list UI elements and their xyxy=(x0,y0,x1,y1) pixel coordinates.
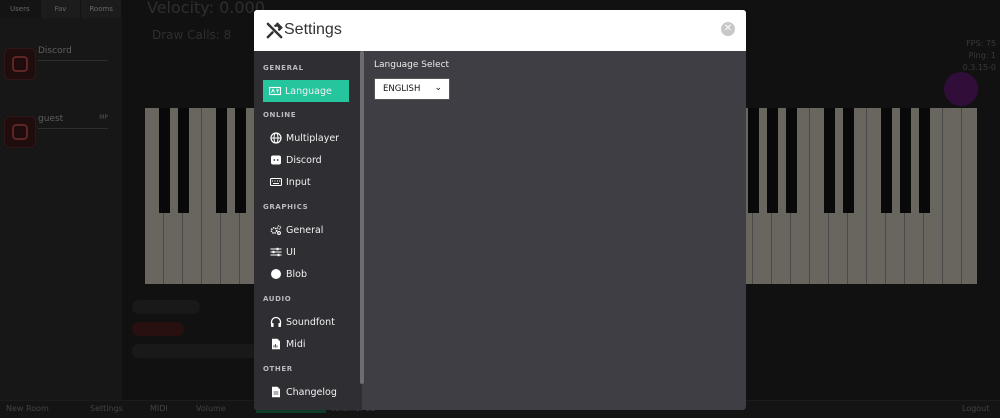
sidebar-item-label: Input xyxy=(286,176,311,188)
language-icon xyxy=(269,86,281,96)
sidebar-item-language[interactable]: Language xyxy=(263,80,349,102)
section-label-graphics: GRAPHICS xyxy=(263,203,309,211)
sidebar-item-multiplayer[interactable]: Multiplayer xyxy=(263,127,349,149)
settings-sidebar: GENERAL Language ONLINE Multiplayer Disc… xyxy=(254,51,362,410)
chevron-down-icon: ⌄ xyxy=(434,83,442,93)
globe-icon xyxy=(270,132,282,144)
sidebar-item-blob[interactable]: Blob xyxy=(263,263,349,285)
sliders-icon xyxy=(270,247,282,257)
sidebar-item-input[interactable]: Input xyxy=(263,171,349,193)
sidebar-item-label: Midi xyxy=(286,338,306,350)
sidebar-item-label: General xyxy=(286,224,324,236)
keyboard-icon xyxy=(270,177,282,187)
sidebar-item-midi[interactable]: Midi xyxy=(263,333,349,355)
sidebar-item-label: Discord xyxy=(286,154,322,166)
sidebar-item-ui[interactable]: UI xyxy=(263,241,349,263)
sidebar-item-graphics-general[interactable]: General xyxy=(263,219,349,241)
modal-title: Settings xyxy=(284,21,342,38)
gears-icon xyxy=(270,225,282,235)
sidebar-item-changelog[interactable]: Changelog xyxy=(263,381,349,403)
language-select-label: Language Select xyxy=(374,60,450,70)
sidebar-item-label: Changelog xyxy=(286,386,337,398)
sidebar-item-label: Blob xyxy=(286,268,307,280)
sidebar-item-label: Language xyxy=(285,85,332,97)
settings-content: Language Select ENGLISH ⌄ xyxy=(362,51,746,410)
file-icon xyxy=(272,386,280,398)
section-label-online: ONLINE xyxy=(263,111,297,119)
section-label-other: OTHER xyxy=(263,365,293,373)
section-label-audio: AUDIO xyxy=(263,295,292,303)
circle-icon xyxy=(271,269,281,279)
tools-icon xyxy=(266,22,283,39)
close-button[interactable]: ✕ xyxy=(721,22,735,36)
sidebar-item-discord[interactable]: Discord xyxy=(263,149,349,171)
sidebar-item-label: Soundfont xyxy=(286,316,335,328)
settings-modal: Settings ✕ GENERAL Language ONLINE Multi… xyxy=(254,10,746,410)
sidebar-item-label: Multiplayer xyxy=(286,132,340,144)
sidebar-item-label: UI xyxy=(286,246,296,258)
file-icon xyxy=(272,338,280,350)
section-label-general: GENERAL xyxy=(263,64,304,72)
headphones-icon xyxy=(270,316,282,327)
language-select-value: ENGLISH xyxy=(383,84,421,94)
modal-header: Settings ✕ xyxy=(254,10,746,51)
sidebar-item-soundfont[interactable]: Soundfont xyxy=(263,311,349,333)
discord-icon xyxy=(271,155,281,165)
close-icon: ✕ xyxy=(723,23,733,34)
language-select[interactable]: ENGLISH ⌄ xyxy=(374,78,450,100)
